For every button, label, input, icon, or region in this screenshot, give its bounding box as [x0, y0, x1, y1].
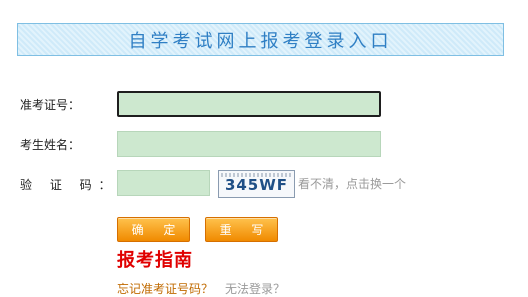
name-input[interactable]: [117, 131, 381, 157]
forgot-number-link[interactable]: 忘记准考证号码？: [117, 280, 213, 297]
captcha-input[interactable]: [117, 170, 210, 196]
captcha-image[interactable]: 345WF: [218, 170, 295, 198]
confirm-button[interactable]: 确 定: [117, 217, 190, 242]
login-banner: 自学考试网上报考登录入口: [17, 23, 504, 56]
banner-title: 自学考试网上报考登录入口: [128, 30, 393, 52]
name-label: 考生姓名：: [20, 138, 81, 152]
captcha-label: 验 证 码：: [20, 178, 118, 192]
captcha-image-text: 345WF: [224, 176, 289, 194]
exam-number-input[interactable]: [117, 91, 381, 117]
refresh-captcha-link[interactable]: 看不清，点击换一个: [298, 175, 406, 192]
exam-number-label: 准考证号：: [20, 98, 81, 112]
captcha-noise-pattern: [221, 173, 292, 177]
reset-button[interactable]: 重 写: [205, 217, 278, 242]
cannot-login-link[interactable]: 无法登录？: [225, 280, 285, 297]
exam-guide-link[interactable]: 报考指南: [117, 246, 193, 272]
